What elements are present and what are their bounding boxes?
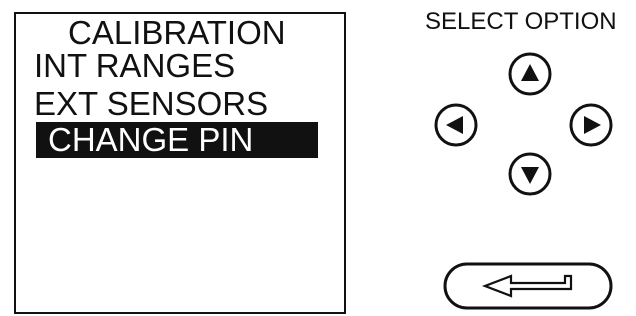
menu-item-ext-sensors[interactable]: EXT SENSORS <box>34 86 268 122</box>
select-option-label: SELECT OPTION <box>425 8 617 35</box>
down-button[interactable] <box>508 152 552 196</box>
right-button[interactable] <box>569 103 613 147</box>
enter-button[interactable] <box>443 262 613 310</box>
enter-arrow-icon <box>443 262 613 310</box>
left-button[interactable] <box>434 103 478 147</box>
menu-item-change-pin[interactable]: CHANGE PIN <box>36 122 318 158</box>
up-button[interactable] <box>508 52 552 96</box>
triangle-right-icon <box>569 103 613 147</box>
menu-title: CALIBRATION <box>68 14 286 51</box>
triangle-up-icon <box>508 52 552 96</box>
triangle-left-icon <box>434 103 478 147</box>
menu-item-int-ranges[interactable]: INT RANGES <box>34 48 235 84</box>
lcd-display: CALIBRATION INT RANGES EXT SENSORS CHANG… <box>14 12 346 314</box>
triangle-down-icon <box>508 152 552 196</box>
